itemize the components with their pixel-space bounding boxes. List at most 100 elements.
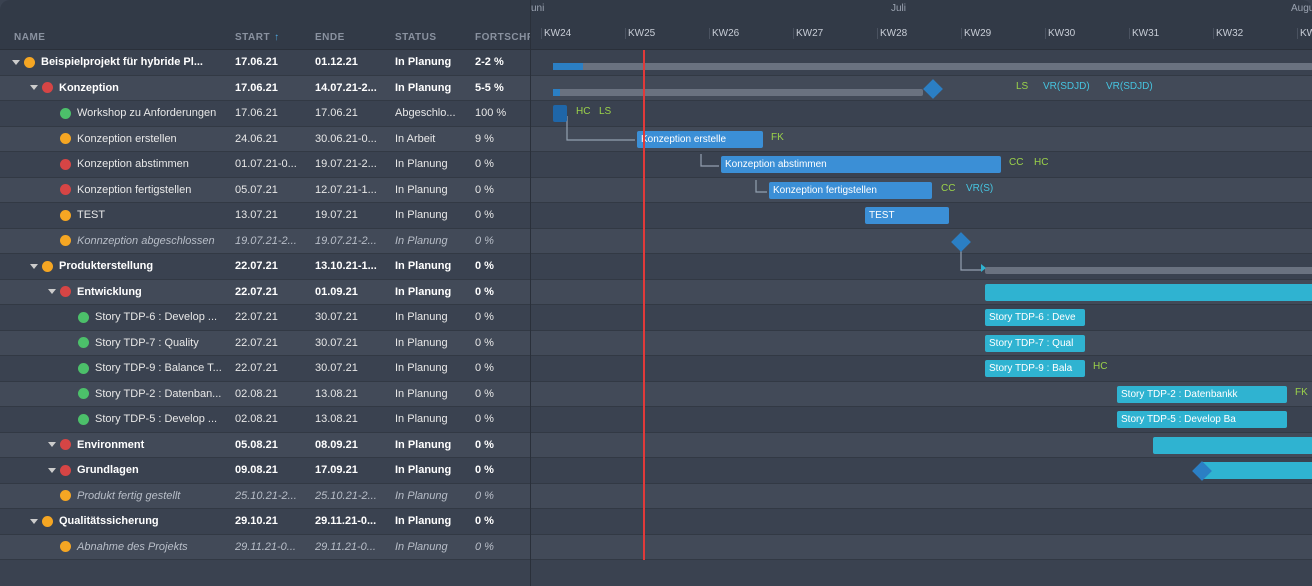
task-row[interactable]: Konnzeption abgeschlossen19.07.21-2...19… <box>0 229 530 255</box>
expand-icon[interactable] <box>30 519 38 524</box>
week-label[interactable]: KW32 <box>1213 28 1297 39</box>
task-name-cell[interactable]: Entwicklung <box>0 286 235 298</box>
gantt-row[interactable]: Story TDP-2 : DatenbankkFK <box>531 382 1312 408</box>
gantt-chart[interactable]: JuniJuliAugust KW24KW25KW26KW27KW28KW29K… <box>530 0 1312 586</box>
week-label[interactable]: KW33 <box>1297 28 1312 39</box>
task-bar[interactable] <box>553 105 567 122</box>
task-name-cell[interactable]: Konzeption abstimmen <box>0 158 235 170</box>
milestone-icon[interactable] <box>923 79 943 99</box>
week-label[interactable]: KW29 <box>961 28 1045 39</box>
task-row[interactable]: Story TDP-7 : Quality22.07.2130.07.21In … <box>0 331 530 357</box>
gantt-row[interactable]: Konzeption fertigstellenCCVR(S) <box>531 178 1312 204</box>
task-row[interactable]: Produkterstellung22.07.2113.10.21-1...In… <box>0 254 530 280</box>
task-bar[interactable]: Story TDP-7 : Qual <box>985 335 1085 352</box>
task-row[interactable]: Produkt fertig gestellt25.10.21-2...25.1… <box>0 484 530 510</box>
task-row[interactable]: Story TDP-9 : Balance T...22.07.2130.07.… <box>0 356 530 382</box>
task-bar[interactable]: Konzeption fertigstellen <box>769 182 932 199</box>
task-name-cell[interactable]: Qualitätssicherung <box>0 515 235 527</box>
task-name-cell[interactable]: Story TDP-9 : Balance T... <box>0 362 235 374</box>
gantt-row[interactable]: LSVR(SDJD)VR(SDJD) <box>531 76 1312 102</box>
summary-bar[interactable] <box>985 267 1312 274</box>
task-name-cell[interactable]: Konzeption <box>0 82 235 94</box>
gantt-row[interactable]: Story TDP-7 : Qual <box>531 331 1312 357</box>
task-row[interactable]: Story TDP-6 : Develop ...22.07.2130.07.2… <box>0 305 530 331</box>
gantt-row[interactable] <box>531 484 1312 510</box>
task-name-cell[interactable]: Story TDP-7 : Quality <box>0 337 235 349</box>
gantt-row[interactable] <box>531 433 1312 459</box>
task-name-cell[interactable]: Produkt fertig gestellt <box>0 490 235 502</box>
week-label[interactable]: KW27 <box>793 28 877 39</box>
task-name-cell[interactable]: Environment <box>0 439 235 451</box>
task-bar[interactable]: Konzeption abstimmen <box>721 156 1001 173</box>
week-label[interactable]: KW28 <box>877 28 961 39</box>
task-name-cell[interactable]: Konzeption erstellen <box>0 133 235 145</box>
task-name-cell[interactable]: Grundlagen <box>0 464 235 476</box>
task-name-cell[interactable]: Workshop zu Anforderungen <box>0 107 235 119</box>
task-bar[interactable]: Story TDP-2 : Datenbankk <box>1117 386 1287 403</box>
task-row[interactable]: Story TDP-2 : Datenban...02.08.2113.08.2… <box>0 382 530 408</box>
expand-icon[interactable] <box>12 60 20 65</box>
task-name-cell[interactable]: Konnzeption abgeschlossen <box>0 235 235 247</box>
expand-icon[interactable] <box>30 264 38 269</box>
task-row[interactable]: Story TDP-5 : Develop ...02.08.2113.08.2… <box>0 407 530 433</box>
week-label[interactable]: KW30 <box>1045 28 1129 39</box>
expand-icon[interactable] <box>48 468 56 473</box>
task-row[interactable]: Entwicklung22.07.2101.09.21In Planung0 % <box>0 280 530 306</box>
task-row[interactable]: Workshop zu Anforderungen17.06.2117.06.2… <box>0 101 530 127</box>
task-row[interactable]: Qualitätssicherung29.10.2129.11.21-0...I… <box>0 509 530 535</box>
expand-icon[interactable] <box>30 85 38 90</box>
summary-bar[interactable] <box>553 89 923 96</box>
gantt-row[interactable] <box>531 254 1312 280</box>
task-row[interactable]: Abnahme des Projekts29.11.21-0...29.11.2… <box>0 535 530 561</box>
task-name-cell[interactable]: Story TDP-5 : Develop ... <box>0 413 235 425</box>
task-bar[interactable]: Story TDP-5 : Develop Ba <box>1117 411 1287 428</box>
gantt-row[interactable]: HCLS <box>531 101 1312 127</box>
task-name-cell[interactable]: TEST <box>0 209 235 221</box>
expand-icon[interactable] <box>48 289 56 294</box>
col-header-name[interactable]: NAME <box>0 32 235 43</box>
col-header-status[interactable]: STATUS <box>395 32 475 43</box>
task-row[interactable]: Grundlagen09.08.2117.09.21In Planung0 % <box>0 458 530 484</box>
gantt-row[interactable] <box>531 229 1312 255</box>
col-header-end[interactable]: ENDE <box>315 32 395 43</box>
gantt-row[interactable]: Konzeption erstelleFK <box>531 127 1312 153</box>
task-name-cell[interactable]: Beispielprojekt für hybride Pl... <box>0 56 235 68</box>
task-bar[interactable]: Konzeption erstelle <box>637 131 763 148</box>
task-row[interactable]: Beispielprojekt für hybride Pl...17.06.2… <box>0 50 530 76</box>
task-row[interactable]: Konzeption fertigstellen05.07.2112.07.21… <box>0 178 530 204</box>
task-name-cell[interactable]: Story TDP-2 : Datenban... <box>0 388 235 400</box>
gantt-row[interactable] <box>531 509 1312 535</box>
task-bar[interactable]: TEST <box>865 207 949 224</box>
expand-icon[interactable] <box>48 442 56 447</box>
task-row[interactable]: Konzeption abstimmen01.07.21-0...19.07.2… <box>0 152 530 178</box>
col-header-start[interactable]: START↑ <box>235 32 315 43</box>
gantt-row[interactable]: Story TDP-5 : Develop Ba <box>531 407 1312 433</box>
col-header-progress[interactable]: FORTSCHRITT <box>475 32 530 43</box>
gantt-row[interactable]: Story TDP-6 : Deve <box>531 305 1312 331</box>
week-label[interactable]: KW31 <box>1129 28 1213 39</box>
gantt-row[interactable]: Story TDP-9 : BalaHC <box>531 356 1312 382</box>
gantt-row[interactable]: TEST <box>531 203 1312 229</box>
task-name-cell[interactable]: Story TDP-6 : Develop ... <box>0 311 235 323</box>
week-label[interactable]: KW25 <box>625 28 709 39</box>
task-bar[interactable] <box>1201 462 1312 479</box>
gantt-row[interactable] <box>531 458 1312 484</box>
gantt-row[interactable] <box>531 535 1312 561</box>
week-label[interactable]: KW24 <box>541 28 625 39</box>
milestone-icon[interactable] <box>951 232 971 252</box>
task-name-cell[interactable]: Konzeption fertigstellen <box>0 184 235 196</box>
task-row[interactable]: TEST13.07.2119.07.21In Planung0 % <box>0 203 530 229</box>
summary-bar[interactable] <box>553 63 1312 70</box>
gantt-row[interactable] <box>531 50 1312 76</box>
task-bar[interactable]: Story TDP-6 : Deve <box>985 309 1085 326</box>
task-name-cell[interactable]: Produkterstellung <box>0 260 235 272</box>
task-bar[interactable]: Story TDP-9 : Bala <box>985 360 1085 377</box>
task-row[interactable]: Konzeption erstellen24.06.2130.06.21-0..… <box>0 127 530 153</box>
task-name-cell[interactable]: Abnahme des Projekts <box>0 541 235 553</box>
week-label[interactable]: KW26 <box>709 28 793 39</box>
gantt-row[interactable]: Konzeption abstimmenCCHC <box>531 152 1312 178</box>
task-bar[interactable] <box>1153 437 1312 454</box>
task-bar[interactable] <box>985 284 1312 301</box>
gantt-row[interactable] <box>531 280 1312 306</box>
task-row[interactable]: Environment05.08.2108.09.21In Planung0 % <box>0 433 530 459</box>
